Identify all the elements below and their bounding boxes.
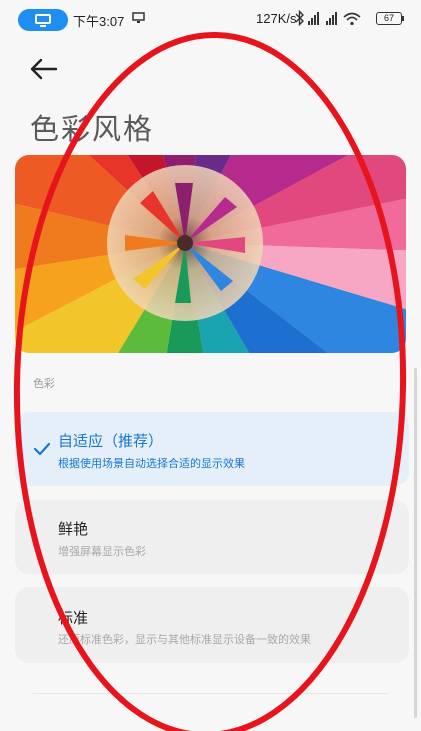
option-subtitle: 根据使用场景自动选择合适的显示效果: [58, 457, 245, 470]
option-subtitle: 还原标准色彩，显示与其他标准显示设备一致的效果: [58, 633, 311, 646]
screen-cast-pill-icon[interactable]: [18, 9, 68, 31]
network-speed: 127K/s: [256, 11, 297, 26]
bluetooth-icon: [295, 9, 304, 27]
battery-indicator: 67: [376, 12, 402, 25]
page-title: 色彩风格: [30, 112, 155, 146]
cast-icon: [132, 12, 145, 23]
divider: [33, 693, 389, 694]
cellular-signal-icon: [308, 12, 337, 25]
check-icon: [33, 442, 51, 456]
status-time: 下午3:07: [73, 14, 125, 29]
option-title: 自适应（推荐）: [58, 432, 164, 450]
scrollbar[interactable]: [414, 368, 417, 718]
option-vivid[interactable]: 鲜艳 增强屏幕显示色彩: [15, 500, 409, 574]
back-button[interactable]: [28, 54, 62, 84]
status-bar: 下午3:07 127K/s 67: [0, 0, 421, 40]
color-pencils-banner-image: [15, 155, 406, 353]
battery-tip: [402, 16, 404, 21]
option-standard[interactable]: 标准 还原标准色彩，显示与其他标准显示设备一致的效果: [15, 587, 409, 663]
option-adaptive[interactable]: 自适应（推荐） 根据使用场景自动选择合适的显示效果: [15, 412, 409, 486]
section-label-color: 色彩: [33, 377, 55, 390]
system-icons: [295, 9, 361, 27]
option-title: 标准: [58, 609, 89, 627]
option-subtitle: 增强屏幕显示色彩: [58, 545, 146, 558]
wifi-icon: [343, 12, 361, 26]
option-title: 鲜艳: [58, 520, 89, 538]
back-arrow-icon: [30, 58, 58, 80]
